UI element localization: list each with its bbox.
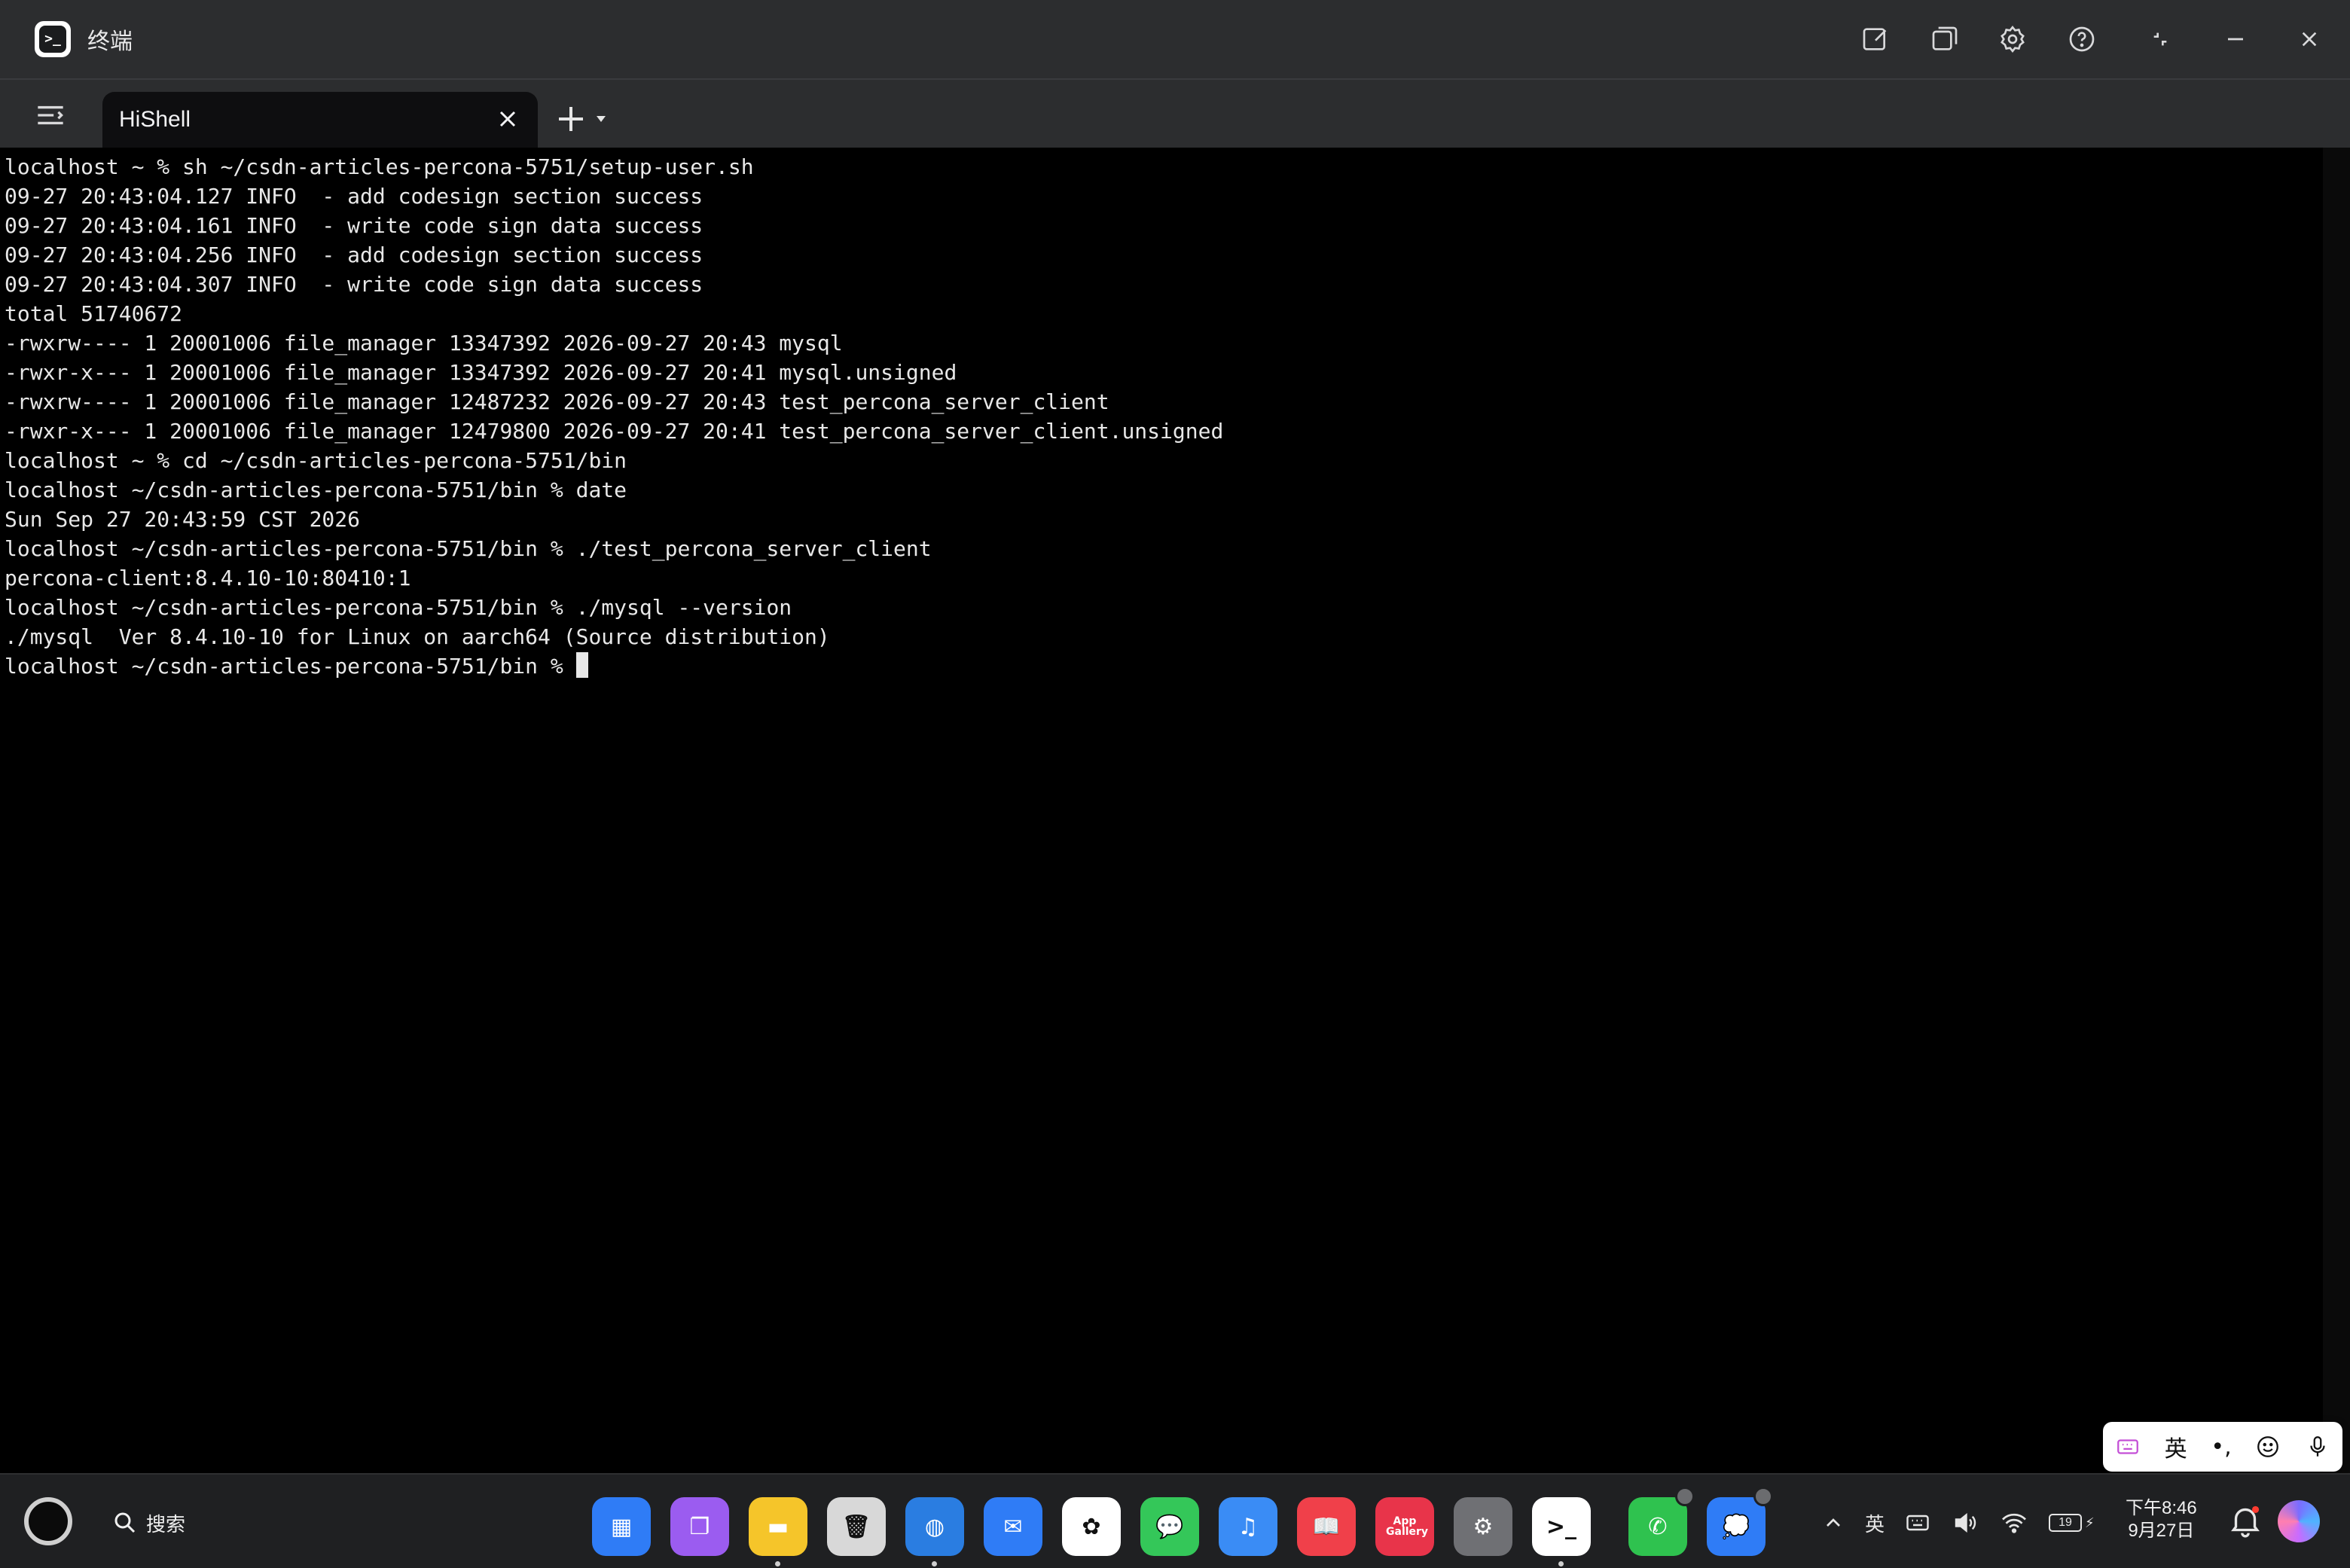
edit-icon[interactable] [1854,18,1897,60]
ime-toolbar: 英 •, [2103,1422,2342,1472]
dock-app-chat[interactable]: 💭 [1707,1487,1773,1556]
windows-icon[interactable] [1924,18,1966,60]
messages-icon: 💬 [1155,1513,1184,1540]
text-cursor [575,652,588,678]
files-icon: ▬ [767,1513,789,1540]
dock-app-terminal[interactable]: >_ [1532,1497,1591,1566]
terminal-line: localhost ~ % sh ~/csdn-articles-percona… [5,154,754,179]
terminal-line: -rwxr-x--- 1 20001006 file_manager 13347… [5,360,957,385]
music-icon: ♫ [1238,1513,1259,1540]
tab-hishell[interactable]: HiShell [102,92,538,148]
terminal-line: -rwxrw---- 1 20001006 file_manager 13347… [5,331,843,355]
clock-time: 下午8:46 [2126,1498,2197,1518]
settings-icon: ⚙ [1473,1513,1494,1540]
tab-close-icon[interactable] [494,105,521,133]
terminal-scrollbar[interactable] [2323,148,2350,1476]
trash-icon: 🗑 [841,1513,871,1540]
new-tab-button[interactable] [556,102,616,136]
running-indicator [1558,1561,1564,1566]
terminal-line: Sun Sep 27 20:43:59 CST 2026 [5,507,361,532]
terminal-output: localhost ~ % sh ~/csdn-articles-percona… [0,148,2350,681]
system-tray: 英 19 ⚡ [1821,1502,2095,1544]
notification-badge [1753,1487,1773,1506]
dock-app-trash[interactable]: 🗑 [827,1497,886,1556]
dock-app-gallery[interactable]: ✿ [1062,1497,1121,1556]
keyboard-icon[interactable] [2115,1434,2141,1460]
terminal-line: localhost ~/csdn-articles-percona-5751/b… [5,477,627,502]
chevron-up-icon[interactable] [1821,1511,1845,1535]
dock-app-messages[interactable]: 💬 [1140,1497,1199,1556]
emoji-icon[interactable] [2255,1434,2281,1460]
terminal-line: percona-client:8.4.10-10:80410:1 [5,566,411,590]
start-button[interactable] [24,1497,72,1545]
restore-icon[interactable] [2139,18,2181,60]
search-icon [114,1512,136,1533]
window-title: 终端 [87,29,133,54]
keyboard-tray-icon[interactable] [1904,1509,1931,1536]
close-window-icon[interactable] [2288,18,2330,60]
terminal-line: localhost ~/csdn-articles-percona-5751/b… [5,536,932,561]
volume-icon[interactable] [1951,1509,1979,1536]
help-icon[interactable] [2061,18,2103,60]
ime-punctuation-toggle[interactable]: •, [2211,1434,2231,1460]
chat-icon: 💭 [1722,1513,1750,1540]
dock-app-multi-window[interactable]: ❐ [670,1497,729,1556]
clock[interactable]: 下午8:46 9月27日 [2126,1497,2197,1542]
multi-window-icon: ❐ [689,1513,710,1540]
terminal-line: localhost ~ % cd ~/csdn-articles-percona… [5,448,627,473]
terminal-area[interactable]: localhost ~ % sh ~/csdn-articles-percona… [0,148,2350,1473]
terminal-line: total 51740672 [5,301,183,326]
assistant-icon[interactable] [2278,1500,2320,1542]
battery-icon: 19 [2049,1514,2083,1532]
dock-app-files[interactable]: ▬ [749,1497,807,1566]
tab-label: HiShell [119,107,191,132]
running-indicator [775,1561,780,1566]
dock-app-books[interactable]: 📖 [1297,1497,1356,1556]
terminal-prompt: localhost ~/csdn-articles-percona-5751/b… [5,654,576,679]
books-icon: 📖 [1312,1513,1341,1540]
gallery-icon: ✿ [1082,1513,1101,1540]
taskbar: 搜索 ▦ ❐ ▬ 🗑 ◍ ✉ ✿ 💬 ♫ 📖 App Gallery ⚙ >_ ✆ 💭 英 19 ⚡ 下午8… [0,1473,2350,1568]
appgallery-icon: App Gallery [1386,1515,1429,1538]
minimize-icon[interactable] [2214,18,2257,60]
dock-app-music[interactable]: ♫ [1219,1497,1277,1556]
ime-language-toggle[interactable]: 英 [2165,1430,2187,1463]
battery-indicator[interactable]: 19 ⚡ [2049,1514,2095,1532]
terminal-line: -rwxrw---- 1 20001006 file_manager 12487… [5,389,1109,414]
dock-app-browser[interactable]: ◍ [905,1497,964,1566]
ime-indicator[interactable]: 英 [1865,1509,1885,1537]
dock-app-phone[interactable]: ✆ [1628,1487,1695,1556]
dock-app-appgallery[interactable]: App Gallery [1375,1497,1434,1556]
search-label: 搜索 [146,1512,186,1536]
terminal-icon: >_ [1546,1513,1577,1540]
microphone-icon[interactable] [2305,1434,2330,1460]
terminal-line: 09-27 20:43:04.127 INFO - add codesign s… [5,184,703,209]
terminal-line: 09-27 20:43:04.256 INFO - add codesign s… [5,243,703,267]
terminal-line: 09-27 20:43:04.307 INFO - write code sig… [5,272,703,297]
taskbar-search[interactable]: 搜索 [111,1508,185,1538]
notification-badge [1675,1487,1695,1506]
app-launcher-icon: ▦ [610,1513,633,1540]
terminal-line: -rwxr-x--- 1 20001006 file_manager 12479… [5,419,1224,444]
dock-app-mail[interactable]: ✉ [984,1497,1042,1556]
dock-app-app-launcher[interactable]: ▦ [592,1497,651,1556]
terminal-line: 09-27 20:43:04.161 INFO - write code sig… [5,213,703,238]
notification-bell-icon[interactable] [2226,1502,2264,1539]
terminal-line: ./mysql Ver 8.4.10-10 for Linux on aarch… [5,624,830,649]
tab-bar: HiShell [0,80,2350,148]
menu-icon[interactable] [32,96,69,134]
clock-date: 9月27日 [2128,1521,2195,1541]
terminal-line: localhost ~/csdn-articles-percona-5751/b… [5,595,792,620]
terminal-glyph: >_ [39,26,66,53]
mail-icon: ✉ [1003,1513,1023,1540]
dock-app-settings[interactable]: ⚙ [1454,1497,1512,1556]
browser-icon: ◍ [924,1513,945,1540]
phone-icon: ✆ [1648,1513,1668,1540]
wifi-icon[interactable] [1999,1509,2029,1536]
terminal-app-icon: >_ [35,21,71,57]
running-indicator [932,1561,937,1566]
settings-gear-icon[interactable] [1991,18,2034,60]
title-bar: >_ 终端 [0,0,2350,80]
